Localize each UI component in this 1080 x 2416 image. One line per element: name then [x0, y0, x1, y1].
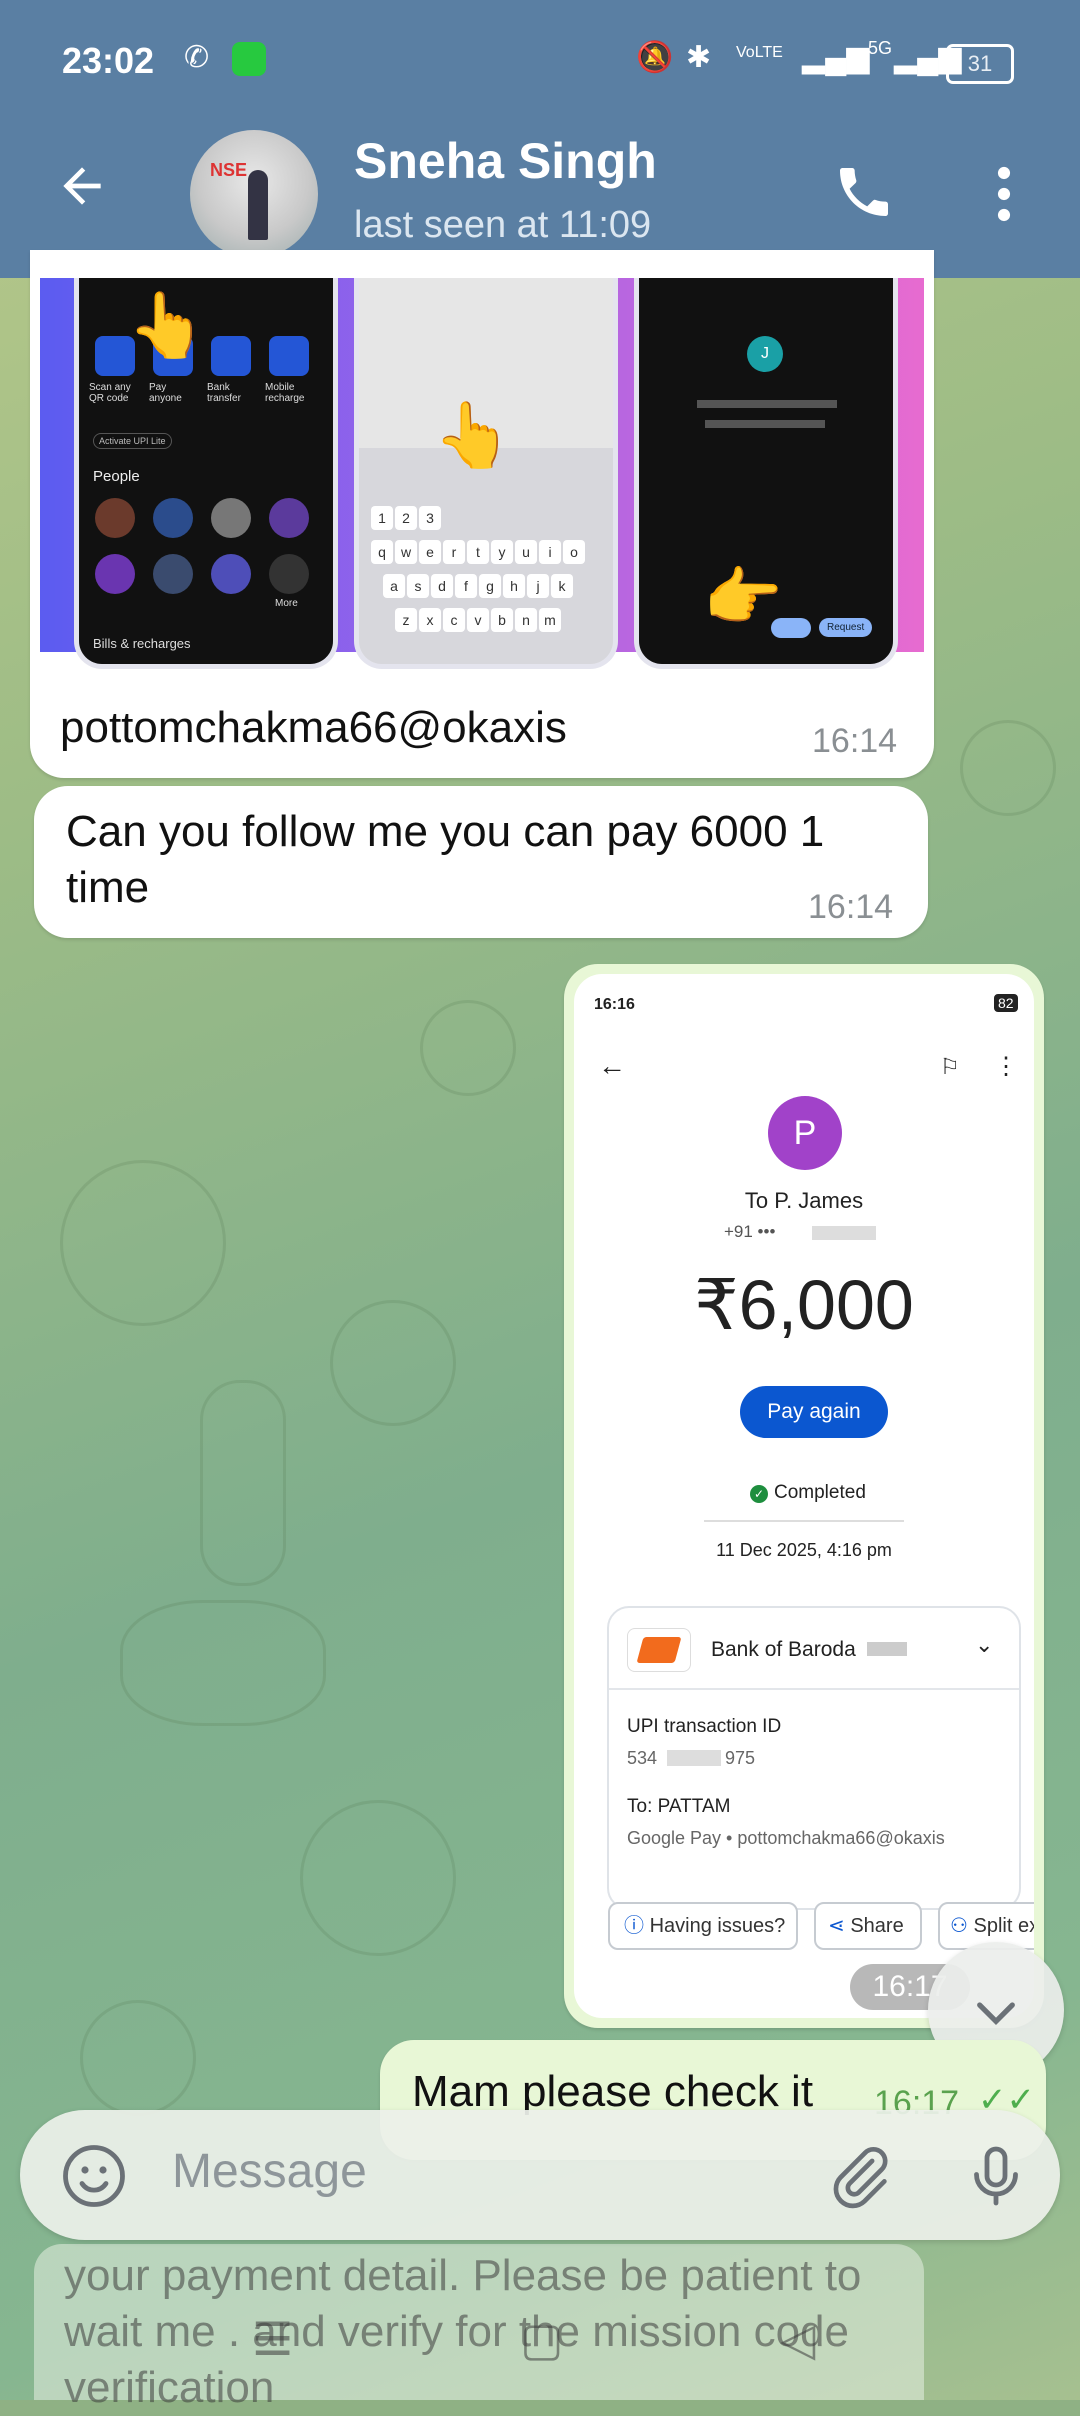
- thumb-more-label: More: [275, 598, 298, 609]
- gpay-status-time: 16:16: [594, 996, 635, 1013]
- outgoing-image-message[interactable]: 16:16 82 ← ⚐ ⋮ P To P. James +91 ••• ₹6,…: [564, 964, 1044, 2028]
- thumb-phone-3: J Request 👉: [634, 278, 898, 669]
- network-5g-label: 5G: [868, 38, 893, 58]
- message-input-bar[interactable]: Message: [20, 2110, 1060, 2240]
- thumb-upi-lite: Activate UPI Lite: [93, 433, 172, 449]
- payee-phone: +91 •••: [724, 1222, 776, 1241]
- message-time: 16:14: [808, 888, 894, 926]
- pointing-hand-icon: 👆: [433, 399, 513, 471]
- contact-name[interactable]: Sneha Singh: [354, 132, 657, 190]
- pointing-hand-icon: 👆: [127, 289, 207, 361]
- thumb-scan-label: Scan any QR code: [89, 382, 131, 404]
- divider: [704, 1520, 904, 1522]
- payment-datetime: 11 Dec 2025, 4:16 pm: [716, 1540, 892, 1560]
- thumb-contact: [153, 498, 193, 538]
- thumb-request-button: Request: [819, 618, 873, 637]
- more-vert-icon[interactable]: [994, 166, 1014, 222]
- chat-header: 23:02 ✆ 🔕 ✱ VoLTE ▂▄▆ 5G ▂▄▆ 31 NSE Sneh…: [0, 0, 1080, 278]
- thumb-contact: [211, 498, 251, 538]
- emoji-icon[interactable]: [58, 2140, 130, 2212]
- recents-nav-icon[interactable]: ☰: [252, 2312, 293, 2366]
- thumb-people-label: People: [93, 468, 140, 485]
- phone-redacted: [812, 1226, 876, 1240]
- incoming-image-message[interactable]: Scan any QR code Pay anyone Bank transfe…: [30, 250, 934, 778]
- battery-icon: 31: [946, 44, 1014, 84]
- payee-avatar: P: [768, 1096, 842, 1170]
- mic-icon[interactable]: [960, 2140, 1032, 2212]
- message-text: Can you follow me you can pay 6000 1 tim…: [66, 807, 825, 912]
- share-chip[interactable]: ⋖ Share: [814, 1902, 922, 1950]
- help-icon: ⓘ: [624, 1915, 644, 1937]
- pay-again-button[interactable]: Pay again: [740, 1386, 888, 1438]
- share-icon: ⋖: [828, 1915, 845, 1937]
- thumb-pay-label: Pay anyone: [149, 382, 182, 404]
- bank-card[interactable]: Bank of Baroda ⌄ UPI transaction ID 534 …: [607, 1606, 1021, 1910]
- thumb-contact: [95, 554, 135, 594]
- last-seen-status: last seen at 11:09: [354, 204, 652, 246]
- app-notification-icon: [232, 42, 266, 76]
- to-label: To: PATTAM: [627, 1796, 731, 1817]
- incoming-text-message[interactable]: Can you follow me you can pay 6000 1 tim…: [34, 786, 928, 938]
- payment-status: ✓ Completed: [750, 1482, 866, 1504]
- gpay-battery: 82: [994, 994, 1018, 1012]
- txn-id-prefix: 534: [627, 1748, 658, 1768]
- message-caption: pottomchakma66@okaxis: [60, 703, 567, 752]
- avatar-logo-text: NSE: [210, 160, 248, 180]
- thumb-avatar: J: [747, 336, 783, 372]
- txn-label: UPI transaction ID: [627, 1716, 782, 1737]
- message-input[interactable]: Message: [172, 2144, 367, 2199]
- having-issues-chip[interactable]: ⓘ Having issues?: [608, 1902, 798, 1950]
- volte-label: VoLTE: [736, 44, 783, 61]
- avatar[interactable]: NSE: [190, 130, 318, 258]
- gpay-more-icon: ⋮: [994, 1053, 1018, 1080]
- payment-screenshot[interactable]: 16:16 82 ← ⚐ ⋮ P To P. James +91 ••• ₹6,…: [574, 974, 1034, 2018]
- home-nav-icon[interactable]: ▢: [520, 2312, 563, 2366]
- status-time: 23:02: [62, 40, 155, 81]
- mobile-recharge-tile-icon: [269, 336, 309, 376]
- payee-name: To P. James: [744, 1188, 864, 1213]
- pointing-hand-icon: 👉: [703, 561, 783, 633]
- payment-amount: ₹6,000: [694, 1266, 914, 1344]
- thumb-contact: [211, 554, 251, 594]
- gpay-flag-icon: ⚐: [940, 1054, 960, 1079]
- people-icon: ⚇: [950, 1915, 968, 1937]
- bank-name: Bank of Baroda: [711, 1638, 856, 1661]
- mute-icon: 🔕: [636, 41, 674, 74]
- thumb-contact: [269, 498, 309, 538]
- back-arrow-icon[interactable]: [54, 158, 110, 214]
- thumb-phone-1: Scan any QR code Pay anyone Bank transfe…: [74, 278, 338, 669]
- account-redacted: [867, 1642, 907, 1656]
- tutorial-image[interactable]: Scan any QR code Pay anyone Bank transfe…: [40, 278, 924, 669]
- bank-logo-icon: [627, 1628, 691, 1672]
- bank-transfer-tile-icon: [211, 336, 251, 376]
- message-time: 16:14: [812, 722, 898, 760]
- thumb-bank-label: Bank transfer: [207, 382, 241, 404]
- back-nav-icon[interactable]: ◁: [780, 2312, 815, 2366]
- signal-icon: ▂▄▆: [802, 41, 870, 74]
- thumb-phone-2: 123 qwe rty uio asd fgh jk zxc vbn m 👆: [354, 278, 618, 669]
- chevron-down-icon[interactable]: ⌄: [975, 1632, 993, 1658]
- status-bar: 23:02 ✆ 🔕 ✱ VoLTE ▂▄▆ 5G ▂▄▆ 31: [0, 0, 1080, 120]
- attach-icon[interactable]: [824, 2142, 894, 2212]
- thumb-more-icon: [269, 554, 309, 594]
- thumb-bills-label: Bills & recharges: [93, 636, 191, 651]
- check-circle-icon: ✓: [750, 1485, 768, 1503]
- thumb-contact: [95, 498, 135, 538]
- bluetooth-icon: ✱: [686, 41, 712, 74]
- to-detail: Google Pay • pottomchakma66@okaxis: [627, 1828, 945, 1848]
- gpay-back-icon: ←: [598, 1050, 626, 1081]
- thumb-mobile-label: Mobile recharge: [265, 382, 305, 404]
- txn-redacted: [667, 1750, 721, 1766]
- chevron-down-icon: [977, 2002, 1015, 2025]
- avatar-person: [248, 170, 268, 240]
- whatsapp-icon: ✆: [184, 41, 210, 74]
- status-label: Completed: [774, 1482, 866, 1503]
- phone-call-icon[interactable]: [832, 160, 896, 224]
- txn-id-suffix: 975: [725, 1748, 756, 1768]
- thumb-contact: [153, 554, 193, 594]
